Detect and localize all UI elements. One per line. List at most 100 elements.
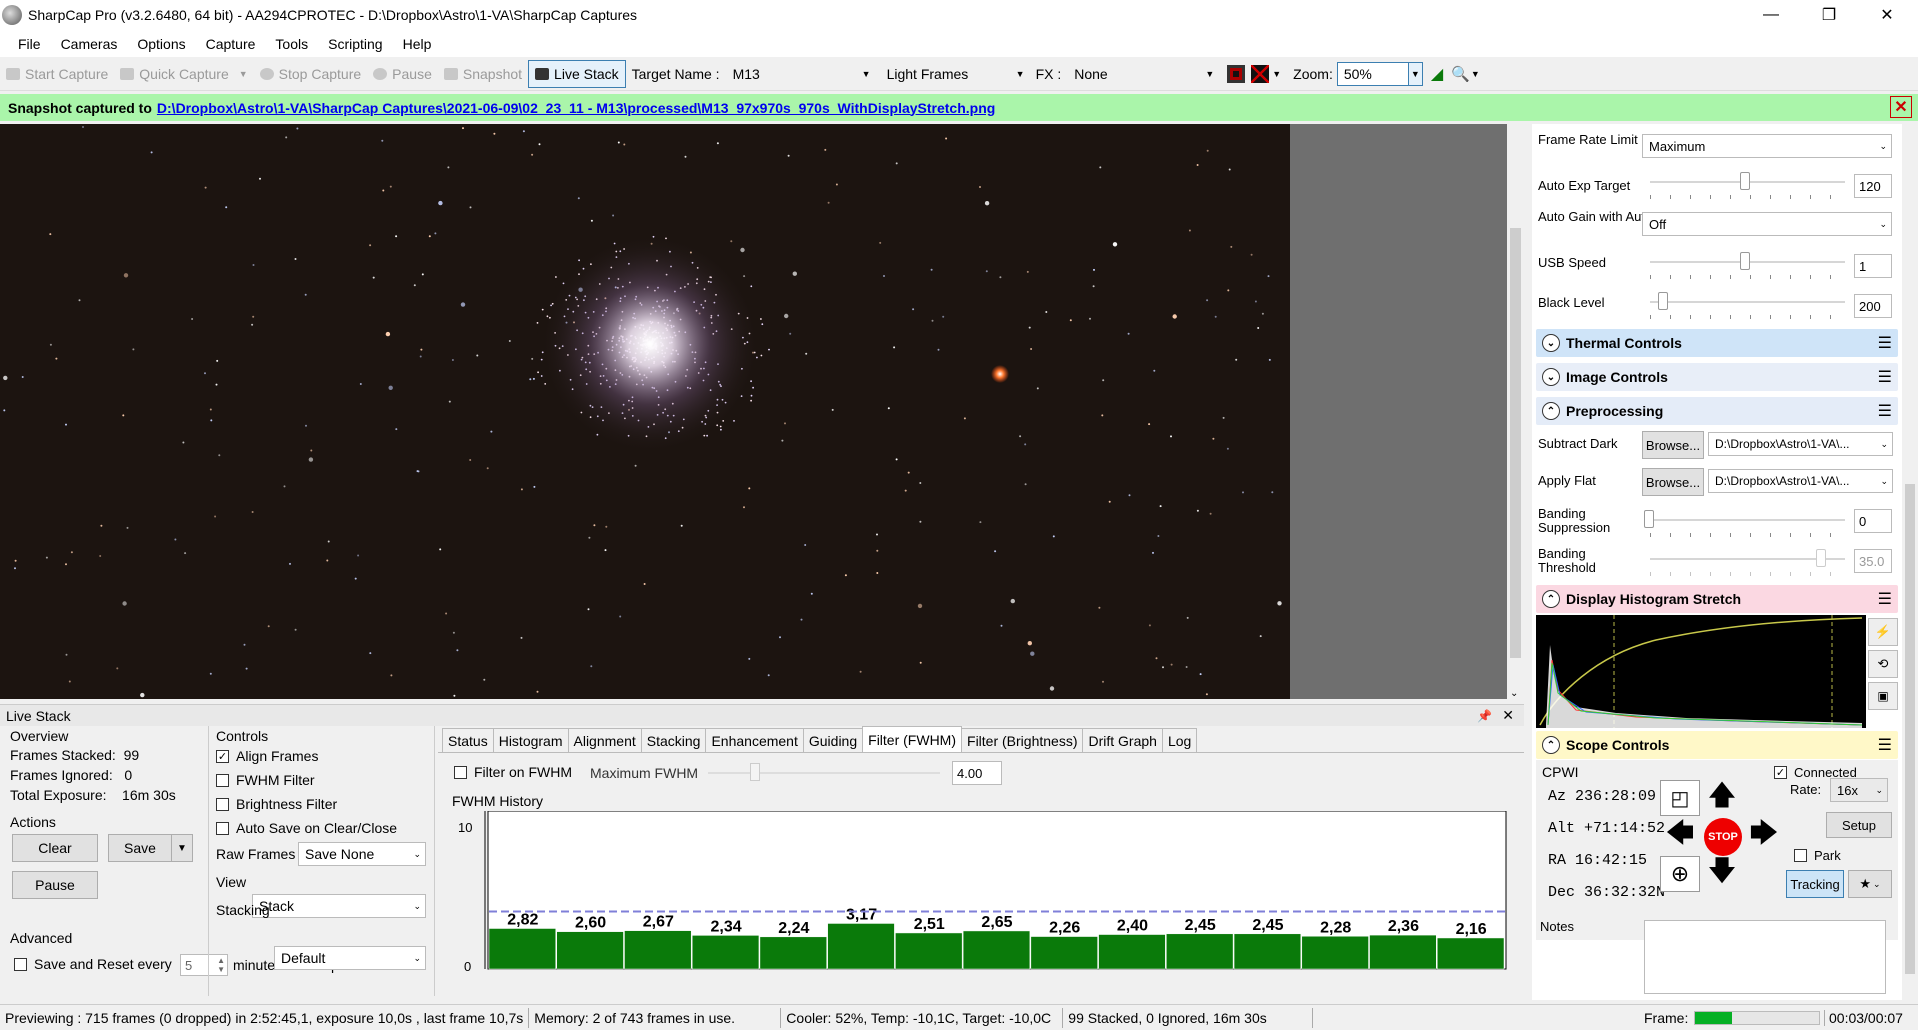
menu-scripting[interactable]: Scripting bbox=[318, 36, 392, 52]
browse-dark-button[interactable]: Browse... bbox=[1642, 431, 1704, 459]
auto-save-checkbox[interactable]: Auto Save on Clear/Close bbox=[216, 820, 397, 836]
save-icon[interactable]: ▣ bbox=[1868, 682, 1898, 710]
filter-on-fwhm-checkbox[interactable]: Filter on FWHM bbox=[454, 764, 572, 780]
tab-enhancement[interactable]: Enhancement bbox=[705, 728, 804, 752]
stop-capture-button[interactable]: Stop Capture bbox=[254, 60, 368, 88]
save-reset-checkbox[interactable]: Save and Reset every bbox=[14, 956, 172, 972]
zoom-icon[interactable]: 🔍 bbox=[1451, 65, 1470, 83]
close-notice-button[interactable]: ✕ bbox=[1890, 96, 1912, 118]
banding-suppression-input[interactable]: 0 bbox=[1854, 509, 1892, 533]
browse-flat-button[interactable]: Browse... bbox=[1642, 468, 1704, 496]
hamburger-menu-icon[interactable]: ☰ bbox=[1878, 401, 1892, 421]
auto-exp-input[interactable]: 120 bbox=[1854, 174, 1892, 198]
menu-help[interactable]: Help bbox=[393, 36, 442, 52]
target-name-input[interactable]: M13 ▼ bbox=[726, 62, 876, 86]
maximize-button[interactable]: ❐ bbox=[1800, 0, 1858, 30]
fwhm-filter-checkbox[interactable]: FWHM Filter bbox=[216, 772, 315, 788]
clear-button[interactable]: Clear bbox=[12, 834, 98, 862]
notes-textarea[interactable] bbox=[1644, 920, 1886, 994]
save-options-button[interactable]: ▼ bbox=[171, 834, 193, 862]
chevron-down-icon[interactable]: ▼ bbox=[1272, 69, 1281, 79]
histogram-stretch-header[interactable]: ⌃ Display Histogram Stretch ☰ bbox=[1536, 585, 1898, 613]
max-fwhm-knob[interactable] bbox=[750, 763, 760, 781]
tab-drift-graph[interactable]: Drift Graph bbox=[1082, 728, 1163, 752]
view-select[interactable]: Stack ⌄ bbox=[252, 894, 426, 918]
usb-speed-knob[interactable] bbox=[1740, 252, 1750, 270]
banding-suppression-knob[interactable] bbox=[1644, 510, 1654, 528]
crosshair-icon[interactable]: ⊕ bbox=[1660, 856, 1700, 892]
histogram-icon[interactable]: ◢ bbox=[1431, 64, 1443, 84]
raw-frames-select[interactable]: Save None ⌄ bbox=[298, 842, 426, 866]
snapshot-path-link[interactable]: D:\Dropbox\Astro\1-VA\SharpCap Captures\… bbox=[157, 100, 995, 116]
close-window-button[interactable]: ✕ bbox=[1858, 0, 1916, 30]
chevron-down-icon[interactable]: ▼ bbox=[1471, 69, 1480, 79]
scope-controls-header[interactable]: ⌃ Scope Controls ☰ bbox=[1536, 731, 1898, 759]
banding-suppression-slider[interactable] bbox=[1650, 519, 1845, 521]
pause-button[interactable]: Pause bbox=[367, 60, 438, 88]
tab-histogram[interactable]: Histogram bbox=[492, 728, 569, 752]
tab-filter-fwhm[interactable]: Filter (FWHM) bbox=[862, 726, 963, 752]
stepper-arrows-icon[interactable]: ▲ ▼ bbox=[217, 956, 225, 974]
viewer-scrollbar[interactable]: ⌄ bbox=[1507, 124, 1524, 699]
hamburger-menu-icon[interactable]: ☰ bbox=[1878, 333, 1892, 353]
park-checkbox[interactable]: Park bbox=[1794, 848, 1841, 863]
stacking-select[interactable]: Default ⌄ bbox=[274, 946, 426, 970]
hamburger-menu-icon[interactable]: ☰ bbox=[1878, 589, 1892, 609]
black-level-input[interactable]: 200 bbox=[1854, 294, 1892, 318]
dark-path-select[interactable]: D:\Dropbox\Astro\1-VA\... ⌄ bbox=[1708, 432, 1893, 456]
scroll-thumb[interactable] bbox=[1510, 228, 1521, 658]
frame-rate-select[interactable]: Maximum ⌄ bbox=[1642, 134, 1892, 158]
tab-filter-brightness[interactable]: Filter (Brightness) bbox=[961, 728, 1084, 752]
tab-alignment[interactable]: Alignment bbox=[567, 728, 642, 752]
banding-threshold-knob[interactable] bbox=[1816, 549, 1826, 567]
setup-button[interactable]: Setup bbox=[1826, 812, 1892, 838]
menu-capture[interactable]: Capture bbox=[196, 36, 266, 52]
menu-options[interactable]: Options bbox=[127, 36, 195, 52]
flat-path-select[interactable]: D:\Dropbox\Astro\1-VA\... ⌄ bbox=[1708, 469, 1893, 493]
frame-type-select[interactable]: Light Frames ▼ bbox=[880, 62, 1030, 86]
fx-select[interactable]: None ▼ bbox=[1067, 62, 1219, 86]
auto-exp-knob[interactable] bbox=[1740, 172, 1750, 190]
close-icon[interactable]: ✕ bbox=[1502, 707, 1514, 724]
snapshot-button[interactable]: Snapshot bbox=[438, 60, 528, 88]
rate-select[interactable]: 16x ⌄ bbox=[1830, 778, 1888, 802]
pin-icon[interactable]: 📌 bbox=[1477, 709, 1492, 723]
menu-file[interactable]: File bbox=[8, 36, 51, 52]
menu-tools[interactable]: Tools bbox=[265, 36, 318, 52]
tab-guiding[interactable]: Guiding bbox=[802, 728, 864, 752]
banding-threshold-input[interactable]: 35.0 bbox=[1854, 549, 1892, 573]
image-controls-header[interactable]: ⌄ Image Controls ☰ bbox=[1536, 363, 1898, 391]
tab-log[interactable]: Log bbox=[1161, 728, 1198, 752]
spiral-search-icon[interactable]: ◰ bbox=[1660, 780, 1700, 816]
histogram-display[interactable] bbox=[1536, 615, 1866, 728]
auto-gain-select[interactable]: Off ⌄ bbox=[1642, 212, 1892, 236]
black-level-knob[interactable] bbox=[1658, 292, 1668, 310]
max-fwhm-slider[interactable] bbox=[708, 772, 940, 774]
auto-stretch-icon[interactable]: ⚡ bbox=[1868, 618, 1898, 646]
hamburger-menu-icon[interactable]: ☰ bbox=[1878, 367, 1892, 387]
menu-cameras[interactable]: Cameras bbox=[51, 36, 128, 52]
thermal-controls-header[interactable]: ⌄ Thermal Controls ☰ bbox=[1536, 329, 1898, 357]
max-fwhm-input[interactable]: 4.00 bbox=[952, 761, 1002, 785]
save-button[interactable]: Save bbox=[108, 834, 172, 862]
arrow-up-icon[interactable]: 🡅 bbox=[1702, 779, 1742, 816]
start-capture-button[interactable]: Start Capture bbox=[0, 60, 114, 88]
pause-stacking-button[interactable]: Pause bbox=[12, 871, 98, 899]
scroll-thumb[interactable] bbox=[1905, 484, 1915, 974]
align-frames-checkbox[interactable]: ✓ Align Frames bbox=[216, 748, 318, 764]
tab-stacking[interactable]: Stacking bbox=[640, 728, 707, 752]
favorite-target-button[interactable]: ★ ⌄ bbox=[1848, 870, 1892, 898]
hamburger-menu-icon[interactable]: ☰ bbox=[1878, 735, 1892, 755]
reticle-icon[interactable] bbox=[1227, 64, 1246, 83]
chevron-down-icon[interactable]: ▼ bbox=[239, 69, 248, 79]
arrow-down-icon[interactable]: 🡇 bbox=[1702, 855, 1742, 892]
control-panel-scrollbar[interactable] bbox=[1902, 124, 1918, 1000]
reset-icon[interactable]: ⟲ bbox=[1868, 650, 1898, 678]
black-level-slider[interactable] bbox=[1650, 301, 1845, 303]
quick-capture-button[interactable]: Quick Capture ▼ bbox=[114, 60, 253, 88]
usb-speed-input[interactable]: 1 bbox=[1854, 254, 1892, 278]
tab-status[interactable]: Status bbox=[442, 728, 494, 752]
zoom-select[interactable]: 50% ▼ bbox=[1336, 61, 1423, 86]
grid-overlay-icon[interactable] bbox=[1251, 64, 1270, 83]
minimize-button[interactable]: — bbox=[1742, 0, 1800, 30]
